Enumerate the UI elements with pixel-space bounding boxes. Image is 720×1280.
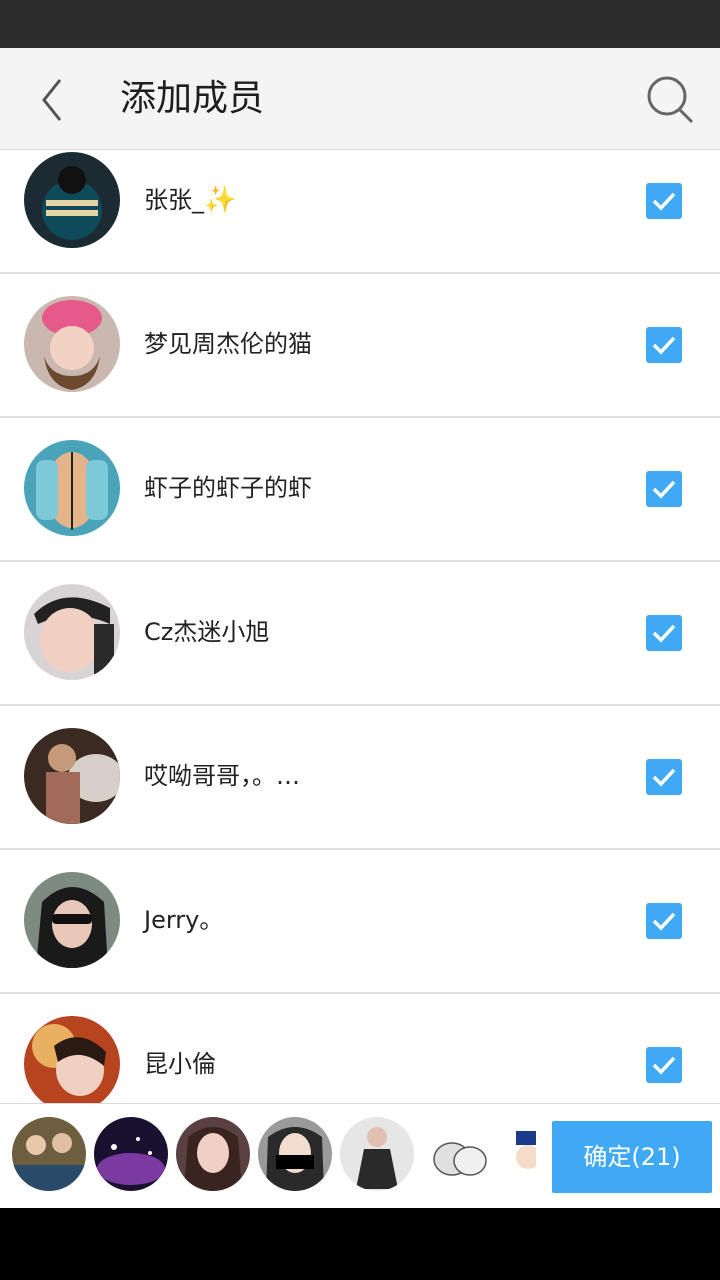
member-name: 哎呦哥哥，。… bbox=[144, 762, 300, 790]
member-name: Cz杰迷小旭 bbox=[144, 618, 270, 646]
chevron-left-icon bbox=[42, 79, 62, 121]
checkbox-checked-icon bbox=[652, 912, 676, 931]
member-checkbox[interactable] bbox=[646, 903, 682, 939]
selected-avatar[interactable] bbox=[340, 1117, 414, 1191]
selected-avatar[interactable] bbox=[94, 1117, 168, 1191]
avatar bbox=[24, 584, 120, 680]
member-checkbox[interactable] bbox=[646, 615, 682, 651]
selected-avatar[interactable] bbox=[12, 1117, 86, 1191]
search-icon bbox=[647, 76, 694, 124]
selected-avatar[interactable] bbox=[258, 1117, 332, 1191]
member-list: 张张_✨ 梦见周杰伦的猫 虾子的虾子的虾 Cz杰迷小旭 哎呦哥哥，。… Jerr… bbox=[0, 150, 720, 1103]
sparkle-icon: ✨ bbox=[204, 185, 237, 215]
member-checkbox[interactable] bbox=[646, 327, 682, 363]
selected-bar: 确定(21) bbox=[0, 1103, 720, 1208]
avatar bbox=[24, 1016, 120, 1103]
member-row[interactable]: 虾子的虾子的虾 bbox=[0, 418, 720, 562]
checkbox-checked-icon bbox=[652, 192, 676, 211]
avatar bbox=[24, 296, 120, 392]
page-title: 添加成员 bbox=[120, 78, 265, 119]
member-row[interactable]: Cz杰迷小旭 bbox=[0, 562, 720, 706]
member-checkbox[interactable] bbox=[646, 759, 682, 795]
member-row[interactable]: 梦见周杰伦的猫 bbox=[0, 274, 720, 418]
back-button[interactable] bbox=[22, 70, 82, 130]
selected-avatar[interactable] bbox=[422, 1117, 496, 1191]
checkbox-checked-icon bbox=[652, 624, 676, 643]
member-name: 张张_✨ bbox=[144, 185, 237, 215]
header: 添加成员 bbox=[0, 48, 720, 150]
member-name: 虾子的虾子的虾 bbox=[144, 474, 312, 502]
member-row[interactable]: 昆小倫 bbox=[0, 994, 720, 1103]
member-row[interactable]: 哎呦哥哥，。… bbox=[0, 706, 720, 850]
member-name: Jerry。 bbox=[144, 906, 224, 934]
selected-avatar[interactable] bbox=[504, 1117, 536, 1191]
avatar bbox=[24, 440, 120, 536]
avatar bbox=[24, 152, 120, 248]
member-checkbox[interactable] bbox=[646, 1047, 682, 1083]
avatar bbox=[24, 728, 120, 824]
member-row[interactable]: 张张_✨ bbox=[0, 150, 720, 274]
member-name: 梦见周杰伦的猫 bbox=[144, 330, 312, 358]
avatar bbox=[24, 872, 120, 968]
checkbox-checked-icon bbox=[652, 768, 676, 787]
confirm-button[interactable]: 确定(21) bbox=[552, 1121, 712, 1193]
checkbox-checked-icon bbox=[652, 480, 676, 499]
member-checkbox[interactable] bbox=[646, 183, 682, 219]
search-button[interactable] bbox=[640, 70, 700, 130]
status-bar bbox=[0, 0, 720, 48]
member-checkbox[interactable] bbox=[646, 471, 682, 507]
member-name: 昆小倫 bbox=[144, 1050, 216, 1078]
selected-avatar[interactable] bbox=[176, 1117, 250, 1191]
checkbox-checked-icon bbox=[652, 336, 676, 355]
system-nav-bar bbox=[0, 1208, 720, 1280]
member-row[interactable]: Jerry。 bbox=[0, 850, 720, 994]
checkbox-checked-icon bbox=[652, 1056, 676, 1075]
